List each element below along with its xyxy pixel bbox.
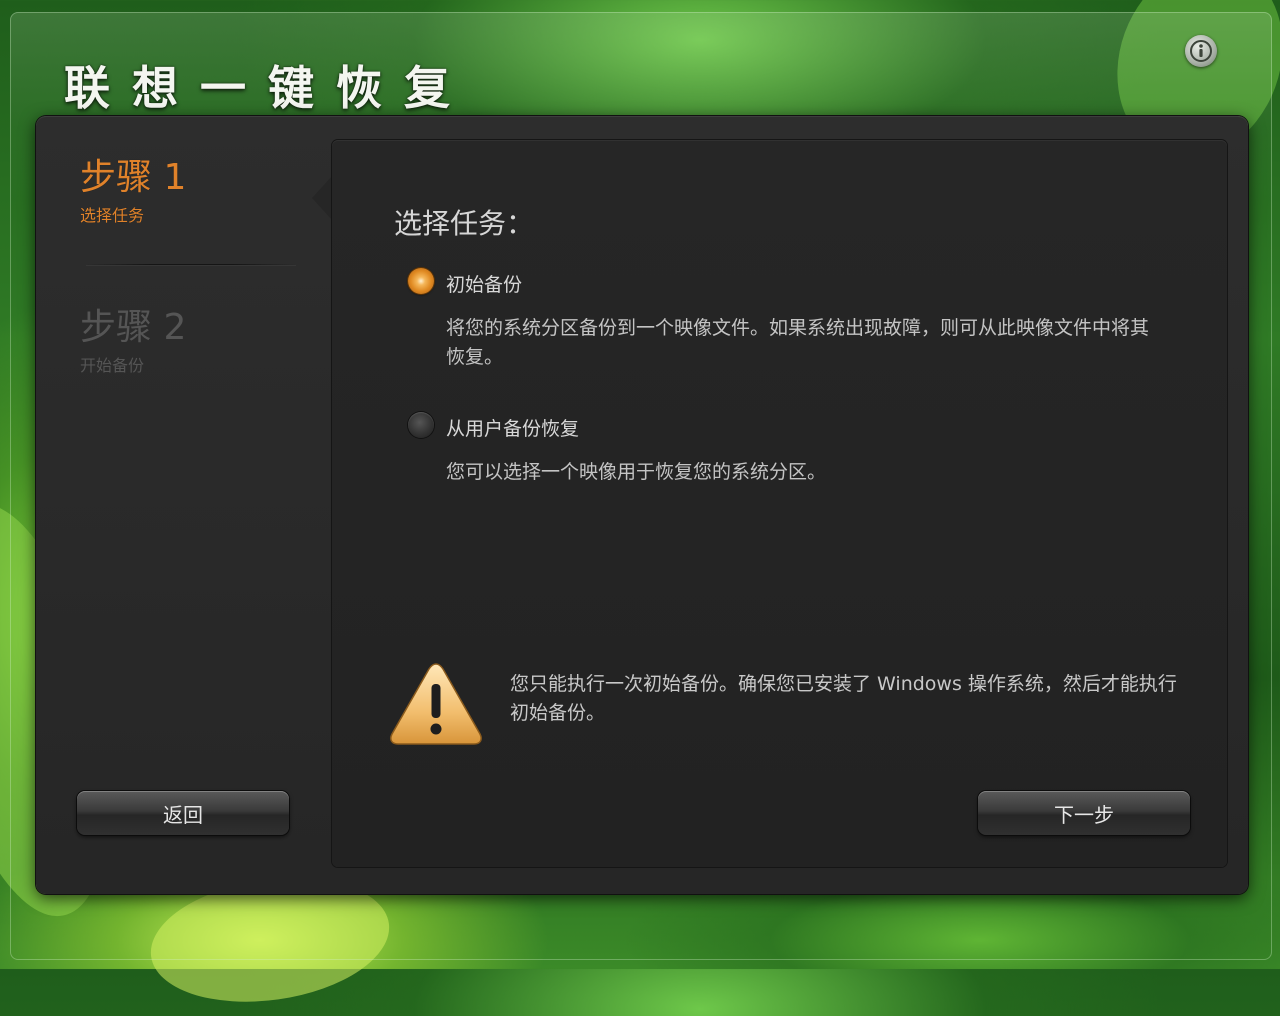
warning-message: 您只能执行一次初始备份。确保您已安装了 Windows 操作系统，然后才能执行初… [510, 673, 1177, 724]
step-1-subtitle: 选择任务 [80, 206, 145, 225]
step-2-title: 步骤 2 [80, 307, 187, 348]
step-sidebar: 步骤 1 选择任务 步骤 2 开始备份 [36, 116, 332, 894]
step-2: 步骤 2 开始备份 [80, 308, 186, 376]
option-description: 将您的系统分区备份到一个映像文件。如果系统出现故障，则可从此映像文件中将其恢复。 [446, 317, 1150, 368]
option-label: 初始备份 [446, 274, 523, 296]
radio-unselected-icon[interactable] [408, 412, 434, 438]
radio-selected-icon[interactable] [408, 268, 434, 294]
warning-icon [390, 663, 482, 745]
step-1: 步骤 1 选择任务 [80, 158, 186, 226]
section-title: 选择任务： [394, 207, 535, 240]
back-button[interactable]: 返回 [77, 791, 289, 835]
content-panel: 选择任务： 初始备份 将您的系统分区备份到一个映像文件。如果系统出现故障，则可从… [332, 140, 1227, 867]
info-icon [1190, 40, 1212, 62]
step-1-title: 步骤 1 [80, 157, 187, 198]
next-button[interactable]: 下一步 [978, 791, 1190, 835]
step-divider [86, 264, 296, 265]
active-step-pointer [312, 176, 332, 220]
step-2-subtitle: 开始备份 [80, 356, 145, 375]
option-label: 从用户备份恢复 [446, 418, 580, 440]
info-button[interactable] [1185, 35, 1217, 67]
app-title: 联想一键恢复 [64, 61, 472, 115]
option-description: 您可以选择一个映像用于恢复您的系统分区。 [446, 461, 827, 483]
